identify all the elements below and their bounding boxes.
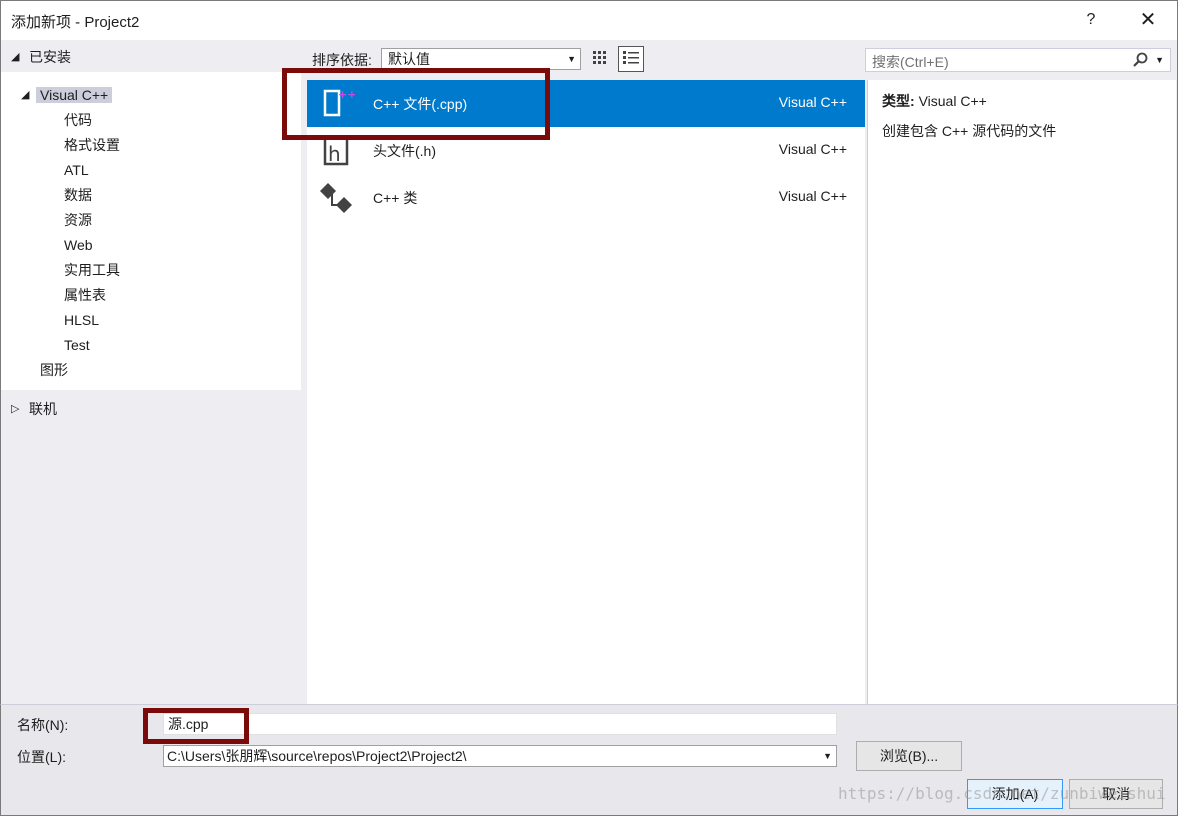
search-icon[interactable] — [1132, 52, 1148, 68]
chevron-down-icon: ▼ — [567, 54, 576, 64]
details-type-value: Visual C++ — [918, 93, 987, 109]
details-type: 类型: Visual C++ — [882, 91, 987, 111]
template-list: ++ C++ 文件(.cpp) Visual C++ h 头文件(.h) Vis… — [307, 80, 865, 704]
collapsed-arrow-icon[interactable]: ▷ — [11, 397, 19, 421]
details-description: 创建包含 C++ 源代码的文件 — [882, 123, 1057, 139]
template-name: 头文件(.h) — [373, 143, 436, 159]
template-area: 排序依据: 默认值 ▼ ++ C++ 文件(.cpp) Visual C++ h… — [307, 40, 865, 704]
template-item-cpp-class[interactable]: C++ 类 Visual C++ — [307, 174, 865, 221]
browse-button[interactable]: 浏览(B)... — [856, 741, 962, 771]
expanded-arrow-icon[interactable]: ◢ — [21, 83, 29, 107]
grid-view-icon — [593, 51, 606, 64]
location-select[interactable]: C:\Users\张朋辉\source\repos\Project2\Proje… — [163, 745, 837, 767]
sort-label: 排序依据: — [312, 52, 372, 68]
cancel-button[interactable]: 取消 — [1069, 779, 1163, 809]
cpp-class-icon — [319, 179, 355, 215]
template-language: Visual C++ — [778, 141, 847, 157]
search-box[interactable]: 搜索(Ctrl+E) ▼ — [865, 48, 1171, 72]
tree-item-label: Visual C++ — [36, 87, 113, 103]
list-view-button[interactable] — [618, 46, 644, 72]
sort-select[interactable]: 默认值 ▼ — [381, 48, 581, 70]
window-title: 添加新项 - Project2 — [11, 14, 140, 31]
template-item-cpp-file[interactable]: ++ C++ 文件(.cpp) Visual C++ — [307, 80, 865, 127]
tree-item-data[interactable]: 数据 — [64, 183, 92, 207]
tree-panel: ◢ Visual C++ 代码 格式设置 ATL 数据 资源 Web 实用工具 … — [1, 72, 301, 390]
svg-text:h: h — [328, 142, 341, 166]
add-button[interactable]: 添加(A) — [967, 779, 1063, 809]
details-area: 搜索(Ctrl+E) ▼ 类型: Visual C++ 创建包含 C++ 源代码… — [865, 40, 1178, 704]
title-bar: 添加新项 - Project2 ? ✕ — [0, 0, 1178, 40]
tree-installed[interactable]: ◢ 已安装 — [1, 40, 301, 72]
template-language: Visual C++ — [778, 188, 847, 204]
tree-item-resources[interactable]: 资源 — [64, 208, 92, 232]
tree-item-visual-cpp[interactable]: Visual C++ — [36, 83, 113, 107]
name-input[interactable]: 源.cpp — [163, 713, 837, 735]
svg-text:++: ++ — [338, 88, 355, 101]
details-panel: 类型: Visual C++ 创建包含 C++ 源代码的文件 — [867, 80, 1176, 704]
tree-item-formatting[interactable]: 格式设置 — [64, 133, 120, 157]
tree-item-property-sheets[interactable]: 属性表 — [64, 283, 106, 307]
name-label: 名称(N): — [17, 717, 69, 733]
tree-item-graphics[interactable]: 图形 — [40, 358, 68, 382]
grid-view-button[interactable] — [587, 46, 613, 72]
tree-online[interactable]: ▷ 联机 — [1, 397, 301, 421]
bottom-form: 名称(N): 源.cpp 位置(L): C:\Users\张朋辉\source\… — [0, 704, 1178, 816]
tree-installed-label: 已安装 — [29, 49, 71, 65]
help-button[interactable]: ? — [1081, 7, 1101, 33]
dialog-body: ◢ 已安装 ◢ Visual C++ 代码 格式设置 ATL 数据 资源 Web… — [0, 40, 1178, 704]
category-tree: ◢ 已安装 ◢ Visual C++ 代码 格式设置 ATL 数据 资源 Web… — [1, 40, 301, 704]
location-value: C:\Users\张朋辉\source\repos\Project2\Proje… — [167, 748, 467, 764]
template-toolbar: 排序依据: 默认值 ▼ — [307, 40, 865, 80]
tree-online-label: 联机 — [29, 401, 57, 417]
expanded-arrow-icon[interactable]: ◢ — [11, 50, 19, 63]
chevron-down-icon: ▼ — [823, 751, 832, 761]
tree-item-code[interactable]: 代码 — [64, 108, 92, 132]
chevron-down-icon[interactable]: ▼ — [1155, 55, 1164, 65]
template-item-header-file[interactable]: h 头文件(.h) Visual C++ — [307, 127, 865, 174]
tree-item-web[interactable]: Web — [64, 233, 93, 257]
header-file-icon: h — [319, 132, 355, 168]
tree-item-utility[interactable]: 实用工具 — [64, 258, 120, 282]
details-type-label: 类型: — [882, 93, 915, 109]
sort-value: 默认值 — [388, 51, 430, 67]
tree-item-test[interactable]: Test — [64, 333, 90, 357]
template-name: C++ 文件(.cpp) — [373, 96, 468, 112]
close-button[interactable]: ✕ — [1133, 7, 1163, 33]
template-name: C++ 类 — [373, 190, 418, 206]
tree-item-atl[interactable]: ATL — [64, 158, 89, 182]
search-placeholder: 搜索(Ctrl+E) — [872, 54, 949, 70]
location-label: 位置(L): — [17, 749, 66, 765]
tree-item-hlsl[interactable]: HLSL — [64, 308, 99, 332]
list-view-icon — [623, 51, 639, 64]
template-language: Visual C++ — [778, 94, 847, 110]
cpp-file-icon: ++ — [319, 85, 356, 121]
